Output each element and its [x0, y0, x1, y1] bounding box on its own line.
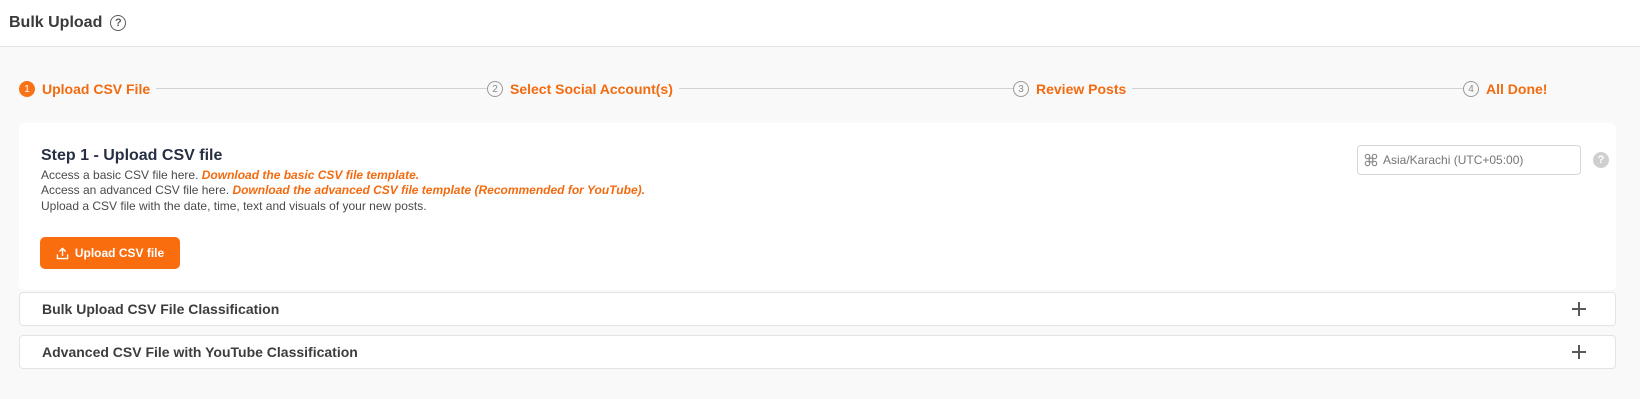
upload-stepper: 1 Upload CSV File 2 Select Social Accoun…: [19, 78, 1615, 100]
step-card-title: Step 1 - Upload CSV file: [41, 147, 223, 164]
advanced-template-text: Access an advanced CSV file here.: [41, 183, 233, 197]
step-all-done[interactable]: 4 All Done!: [1463, 78, 1548, 100]
basic-template-line: Access a basic CSV file here. Download t…: [41, 168, 419, 182]
step-number-badge: 4: [1463, 81, 1479, 97]
step-label: Select Social Account(s): [510, 81, 673, 97]
step-select-accounts[interactable]: 2 Select Social Account(s): [487, 78, 679, 100]
upload-csv-label: Upload CSV file: [74, 246, 165, 260]
timezone-input[interactable]: [1383, 153, 1573, 167]
step-number-badge: 2: [487, 81, 503, 97]
timezone-field[interactable]: [1357, 145, 1581, 175]
download-basic-template-link[interactable]: Download the basic CSV file template.: [202, 168, 419, 182]
command-icon: [1364, 153, 1378, 167]
page-header: Bulk Upload ?: [0, 0, 1640, 47]
step-label: Review Posts: [1036, 81, 1127, 97]
accordion-title: Bulk Upload CSV File Classification: [42, 301, 280, 317]
question-circle-icon[interactable]: ?: [110, 15, 127, 31]
upload-icon: [56, 247, 69, 259]
download-advanced-template-link[interactable]: Download the advanced CSV file template …: [232, 183, 645, 197]
basic-template-text: Access a basic CSV file here.: [41, 168, 202, 182]
upload-instructions: Upload a CSV file with the date, time, t…: [41, 199, 427, 213]
page-title: Bulk Upload: [9, 14, 103, 31]
timezone-help-icon[interactable]: ?: [1593, 152, 1609, 168]
upload-step-card: Step 1 - Upload CSV file Access a basic …: [19, 123, 1616, 290]
step-upload-csv[interactable]: 1 Upload CSV File: [19, 78, 157, 100]
step-number-badge: 1: [19, 81, 35, 97]
accordion-title: Advanced CSV File with YouTube Classific…: [42, 344, 358, 360]
advanced-template-line: Access an advanced CSV file here. Downlo…: [41, 183, 645, 197]
step-label: Upload CSV File: [42, 81, 151, 97]
upload-csv-button[interactable]: Upload CSV file: [40, 237, 180, 269]
step-label: All Done!: [1486, 81, 1548, 97]
stepper-connector: [149, 88, 489, 89]
step-review-posts[interactable]: 3 Review Posts: [1013, 78, 1133, 100]
step-number-badge: 3: [1013, 81, 1029, 97]
plus-icon[interactable]: [1571, 344, 1587, 360]
plus-icon[interactable]: [1571, 301, 1587, 317]
accordion-youtube-classification[interactable]: Advanced CSV File with YouTube Classific…: [19, 335, 1616, 369]
stepper-connector: [1123, 88, 1463, 89]
accordion-bulk-classification[interactable]: Bulk Upload CSV File Classification: [19, 292, 1616, 326]
stepper-connector: [675, 88, 1015, 89]
